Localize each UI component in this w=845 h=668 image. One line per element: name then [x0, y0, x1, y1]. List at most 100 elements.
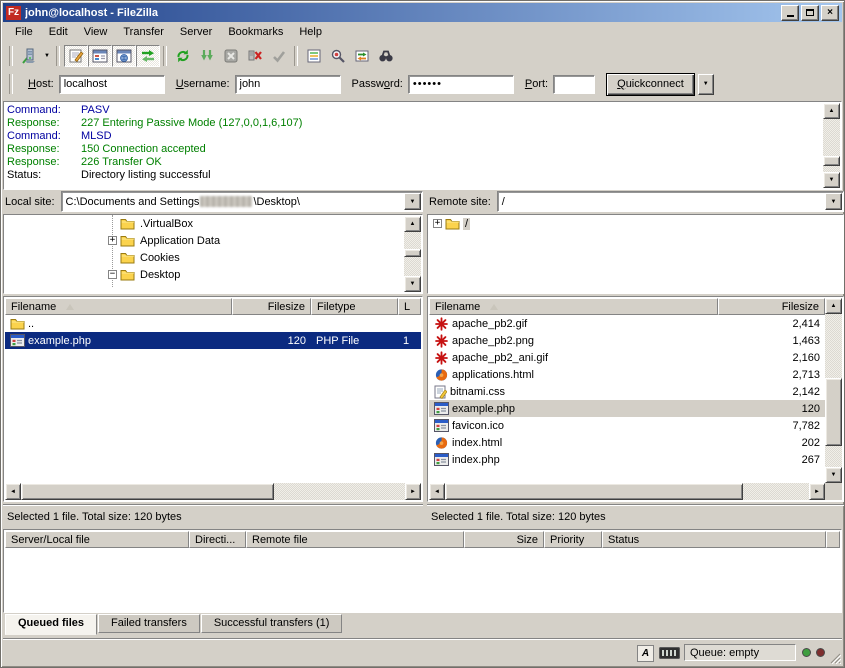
- site-manager-button[interactable]: [17, 45, 41, 67]
- toggle-transfer-queue-button[interactable]: [136, 45, 160, 67]
- scroll-track[interactable]: [21, 483, 405, 500]
- process-queue-button[interactable]: [195, 45, 219, 67]
- resize-grip[interactable]: [828, 651, 841, 664]
- toggle-message-log-button[interactable]: [64, 45, 88, 67]
- port-input[interactable]: [553, 75, 595, 94]
- scroll-down-button[interactable]: ▼: [825, 467, 842, 483]
- scroll-left-button[interactable]: ◄: [5, 483, 21, 500]
- cancel-operation-button[interactable]: [219, 45, 243, 67]
- scroll-up-button[interactable]: ▲: [404, 216, 421, 232]
- remote-list-scrollbar[interactable]: ▲▼: [825, 298, 842, 483]
- scroll-track[interactable]: [825, 314, 842, 467]
- scroll-up-button[interactable]: ▲: [825, 298, 842, 314]
- scroll-down-button[interactable]: ▼: [404, 276, 421, 292]
- synchronized-browsing-button[interactable]: [350, 45, 374, 67]
- menu-item-view[interactable]: View: [76, 24, 116, 41]
- close-button[interactable]: ×: [821, 5, 839, 21]
- scroll-thumb[interactable]: [404, 249, 421, 257]
- tree-collapse-minus-icon[interactable]: −: [108, 270, 117, 279]
- file-row-favicon-ico[interactable]: favicon.ico7,782: [429, 417, 825, 434]
- reconnect-button[interactable]: [267, 45, 291, 67]
- queue-column-header-status[interactable]: Status: [602, 531, 826, 548]
- local-site-combobox[interactable]: C:\Documents and Settings\Desktop\ ▼: [61, 191, 423, 212]
- password-input[interactable]: ••••••: [408, 75, 514, 94]
- scroll-right-button[interactable]: ►: [809, 483, 825, 500]
- menu-item-server[interactable]: Server: [172, 24, 220, 41]
- log-scrollbar[interactable]: ▲▼: [823, 103, 840, 188]
- disconnect-button[interactable]: [243, 45, 267, 67]
- scroll-thumb[interactable]: [445, 483, 743, 500]
- tree-item-application-data[interactable]: +Application Data: [4, 232, 422, 249]
- scroll-track[interactable]: [404, 232, 421, 276]
- maximize-button[interactable]: [801, 5, 819, 21]
- remote-site-combobox[interactable]: / ▼: [497, 191, 844, 212]
- column-header-filename[interactable]: Filename: [429, 298, 718, 315]
- scroll-right-button[interactable]: ►: [405, 483, 421, 500]
- file-row-apache-pb2-gif[interactable]: apache_pb2.gif2,414: [429, 315, 825, 332]
- tree-item-cookies[interactable]: Cookies: [4, 249, 422, 266]
- queue-column-header-priority[interactable]: Priority: [544, 531, 602, 548]
- scroll-track[interactable]: [823, 119, 840, 172]
- column-header-l[interactable]: L: [398, 298, 421, 315]
- toggle-remote-tree-button[interactable]: [112, 45, 136, 67]
- directory-comparison-button[interactable]: [326, 45, 350, 67]
- quickconnect-dropdown-button[interactable]: ▼: [698, 74, 714, 95]
- find-files-button[interactable]: [374, 45, 398, 67]
- host-input[interactable]: localhost: [59, 75, 165, 94]
- scroll-track[interactable]: [445, 483, 809, 500]
- filter-button[interactable]: [302, 45, 326, 67]
- queue-column-header-empty[interactable]: [826, 531, 840, 548]
- file-row-example-php[interactable]: example.php120: [429, 400, 825, 417]
- file-row-example-php[interactable]: example.php120PHP File1: [5, 332, 421, 349]
- queue-column-header-remote-file[interactable]: Remote file: [246, 531, 464, 548]
- scroll-up-button[interactable]: ▲: [823, 103, 840, 119]
- tree-item-item[interactable]: +/: [428, 215, 843, 232]
- queue-column-header-server-local-file[interactable]: Server/Local file: [5, 531, 189, 548]
- menu-item-transfer[interactable]: Transfer: [115, 24, 172, 41]
- local-site-dropdown-button[interactable]: ▼: [404, 193, 421, 210]
- menu-item-edit[interactable]: Edit: [41, 24, 76, 41]
- remote-site-dropdown-button[interactable]: ▼: [825, 193, 842, 210]
- username-input[interactable]: john: [235, 75, 341, 94]
- queue-column-header-directi[interactable]: Directi...: [189, 531, 246, 548]
- column-header-filetype[interactable]: Filetype: [311, 298, 398, 315]
- minimize-button[interactable]: [781, 5, 799, 21]
- file-row-bitnami-css[interactable]: bitnami.css2,142: [429, 383, 825, 400]
- tab-successful-transfers-1[interactable]: Successful transfers (1): [201, 614, 343, 633]
- tab-failed-transfers[interactable]: Failed transfers: [98, 614, 200, 633]
- column-header-filename[interactable]: Filename: [5, 298, 232, 315]
- refresh-button[interactable]: [171, 45, 195, 67]
- title-bar[interactable]: Fz john@localhost - FileZilla ×: [3, 3, 842, 22]
- menu-item-help[interactable]: Help: [291, 24, 330, 41]
- tree-expand-plus-icon[interactable]: +: [433, 219, 442, 228]
- file-row-item[interactable]: ..: [5, 315, 421, 332]
- scroll-left-button[interactable]: ◄: [429, 483, 445, 500]
- tab-queued-files[interactable]: Queued files: [5, 614, 97, 635]
- tree-expand-plus-icon[interactable]: +: [108, 236, 117, 245]
- scroll-thumb[interactable]: [21, 483, 274, 500]
- file-cell: example.php: [5, 332, 232, 349]
- file-row-apache-pb2-png[interactable]: apache_pb2.png1,463: [429, 332, 825, 349]
- quickconnect-button[interactable]: Quickconnect: [606, 73, 695, 96]
- local-tree-scrollbar[interactable]: ▲▼: [404, 216, 421, 292]
- queue-list[interactable]: [5, 548, 840, 611]
- tree-item-desktop[interactable]: −Desktop: [4, 266, 422, 283]
- menu-item-bookmarks[interactable]: Bookmarks: [220, 24, 291, 41]
- remote-site-label: Remote site:: [427, 196, 497, 208]
- toggle-local-tree-button[interactable]: [88, 45, 112, 67]
- local-list-scrollbar[interactable]: ◄►: [5, 483, 421, 500]
- scroll-thumb[interactable]: [825, 378, 842, 445]
- column-header-filesize[interactable]: Filesize: [232, 298, 311, 315]
- file-row-apache-pb2-ani-gif[interactable]: apache_pb2_ani.gif2,160: [429, 349, 825, 366]
- remote-list-scrollbar[interactable]: ◄►: [429, 483, 825, 500]
- scroll-thumb[interactable]: [823, 156, 840, 166]
- file-row-index-php[interactable]: index.php267: [429, 451, 825, 468]
- file-row-index-html[interactable]: index.html202: [429, 434, 825, 451]
- site-manager-button-dropdown[interactable]: ▼: [41, 45, 53, 67]
- menu-item-file[interactable]: File: [7, 24, 41, 41]
- tree-item-virtualbox[interactable]: .VirtualBox: [4, 215, 422, 232]
- file-row-applications-html[interactable]: applications.html2,713: [429, 366, 825, 383]
- column-header-filesize[interactable]: Filesize: [718, 298, 825, 315]
- queue-column-header-size[interactable]: Size: [464, 531, 544, 548]
- scroll-down-button[interactable]: ▼: [823, 172, 840, 188]
